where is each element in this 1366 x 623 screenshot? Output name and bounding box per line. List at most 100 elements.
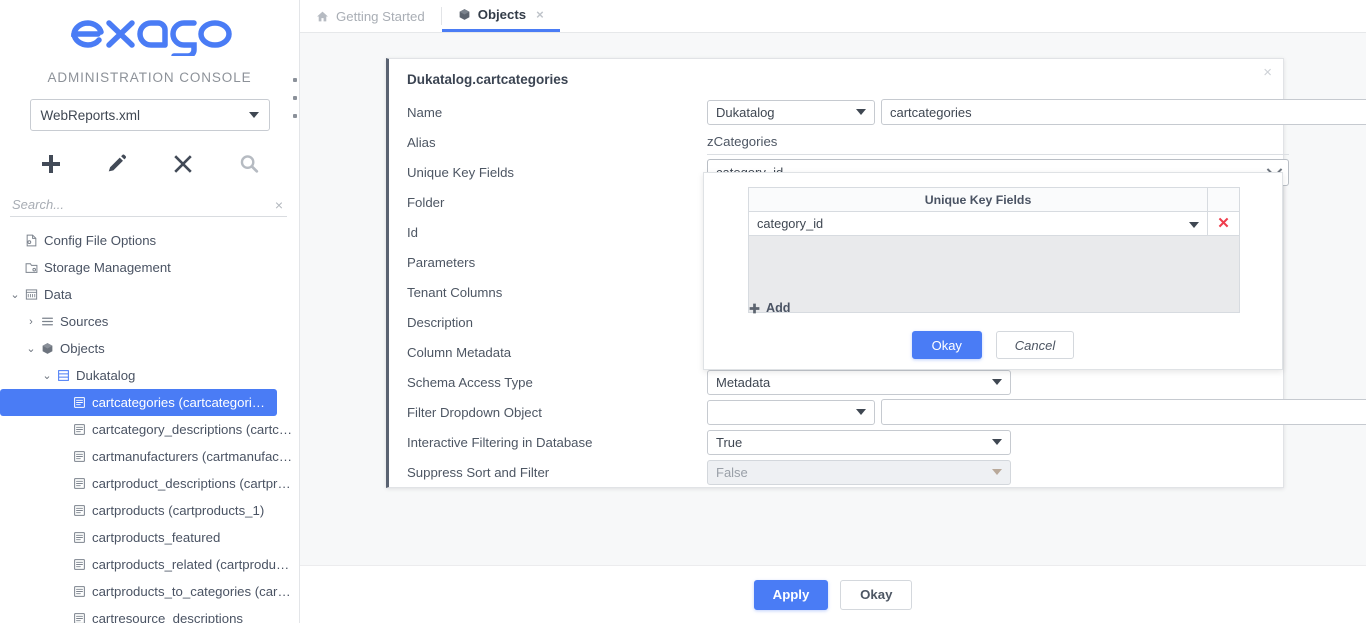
tree-item-sources[interactable]: › Sources xyxy=(0,308,299,335)
tree-item-cartresource_descriptions[interactable]: cartresource_descriptions xyxy=(0,605,299,623)
popup-cancel-button[interactable]: Cancel xyxy=(995,331,1075,359)
tab-label: Objects xyxy=(477,7,527,22)
chevron-down-icon xyxy=(856,109,866,115)
field-row-alias: Alias zCategories xyxy=(407,127,1289,157)
tree-item-cartcategory_descriptions[interactable]: cartcategory_descriptions (cartcat… xyxy=(0,416,299,443)
edit-icon[interactable] xyxy=(104,151,130,177)
tab-bar: Getting Started Objects × xyxy=(300,0,1366,33)
tree-item-label: cartproducts_to_categories (cartpr… xyxy=(92,584,293,599)
field-label: Column Metadata xyxy=(407,344,512,360)
grid-empty-body xyxy=(749,236,1239,312)
app-logo xyxy=(0,0,299,62)
console-subtitle: ADMINISTRATION CONSOLE xyxy=(47,70,252,85)
name-object-value: cartcategories xyxy=(890,104,972,120)
field-row-filter-dropdown-object: Filter Dropdown Object xyxy=(407,397,1366,427)
key-field-select[interactable]: category_id xyxy=(749,216,1207,231)
sources-icon xyxy=(38,315,56,328)
config-file-select[interactable]: WebReports.xml xyxy=(29,99,270,131)
key-field-value: category_id xyxy=(757,216,824,231)
tree-item-cartmanufacturers[interactable]: cartmanufacturers (cartmanufact… xyxy=(0,443,299,470)
dialog-footer: Apply Okay xyxy=(300,565,1366,623)
tab-objects[interactable]: Objects × xyxy=(441,0,560,32)
magnifier-glyph xyxy=(240,155,258,173)
tree-item-label: cartproducts_related (cartproduct… xyxy=(92,557,293,572)
dialog-title: Dukatalog.cartcategories xyxy=(407,72,569,87)
table-icon xyxy=(70,504,88,517)
tab-close-icon[interactable]: × xyxy=(536,7,544,22)
unique-key-fields-popup: Unique Key Fields category_id ✕ Add Okay… xyxy=(703,172,1283,370)
interactive-filtering-select[interactable]: True xyxy=(707,429,1011,455)
table-icon xyxy=(70,396,88,409)
chevron-down-icon xyxy=(1189,216,1207,231)
expand-toggle-icon[interactable]: ⌄ xyxy=(24,342,38,355)
suppress-sort-filter-value: False xyxy=(716,464,748,480)
tree-search[interactable]: × xyxy=(10,193,287,217)
storage-icon xyxy=(22,261,40,274)
tab-getting-started[interactable]: Getting Started xyxy=(300,0,441,32)
tree-item-cartproducts_related[interactable]: cartproducts_related (cartproduct… xyxy=(0,551,299,578)
name-object-select[interactable]: cartcategories xyxy=(881,99,1366,125)
expand-toggle-icon[interactable]: ⌄ xyxy=(8,288,22,301)
delete-icon[interactable] xyxy=(170,151,196,177)
tree-item-dukatalog[interactable]: ⌄ Dukatalog xyxy=(0,362,299,389)
sidebar-resize-handle[interactable] xyxy=(291,78,299,118)
tree-item-cartproducts_featured[interactable]: cartproducts_featured xyxy=(0,524,299,551)
expand-toggle-icon[interactable]: › xyxy=(24,316,38,328)
add-key-field-button[interactable]: Add xyxy=(748,301,790,315)
field-label: Schema Access Type xyxy=(407,374,533,390)
tree-item-cartproducts[interactable]: cartproducts (cartproducts_1) xyxy=(0,497,299,524)
search-icon[interactable] xyxy=(236,151,262,177)
apply-button[interactable]: Apply xyxy=(753,579,829,610)
tree-item-label: cartproduct_descriptions (cartpro… xyxy=(92,476,293,491)
handle-dot xyxy=(293,78,297,82)
table-icon xyxy=(70,477,88,490)
chevron-down-icon xyxy=(248,112,259,118)
tree-item-cartcategories[interactable]: cartcategories (cartcategories_1) xyxy=(0,389,277,416)
add-icon[interactable] xyxy=(38,151,64,177)
object-edit-dialog: × Dukatalog.cartcategories Name Dukatalo… xyxy=(386,58,1366,488)
table-icon xyxy=(70,558,88,571)
okay-button[interactable]: Okay xyxy=(840,579,913,610)
tree-item-label: cartcategory_descriptions (cartcat… xyxy=(92,422,293,437)
delete-key-field-icon[interactable]: ✕ xyxy=(1207,212,1239,235)
tree-item-cartproduct_descriptions[interactable]: cartproduct_descriptions (cartpro… xyxy=(0,470,299,497)
plus-icon xyxy=(749,303,760,313)
content-canvas: × Dukatalog.cartcategories Name Dukatalo… xyxy=(300,33,1366,623)
tree-item-config[interactable]: Config File Options xyxy=(0,227,299,254)
tree-item-label: cartcategories (cartcategories_1) xyxy=(92,395,271,410)
popup-okay-button[interactable]: Okay xyxy=(911,331,982,359)
field-label: Suppress Sort and Filter xyxy=(407,464,550,480)
tree-item-label: cartproducts (cartproducts_1) xyxy=(92,503,265,518)
plus-glyph xyxy=(41,155,60,173)
field-label: Id xyxy=(407,224,418,240)
name-source-select[interactable]: Dukatalog xyxy=(707,99,875,125)
data-icon xyxy=(22,288,40,301)
chevron-down-icon xyxy=(992,439,1002,445)
schema-access-type-select[interactable]: Metadata xyxy=(707,369,1011,395)
filter-dropdown-source-select[interactable] xyxy=(707,399,875,425)
unique-key-fields-grid: Unique Key Fields category_id ✕ xyxy=(748,187,1240,313)
handle-dot xyxy=(293,114,297,118)
tree-item-storage[interactable]: Storage Management xyxy=(0,254,299,281)
search-input[interactable] xyxy=(10,196,271,213)
expand-toggle-icon[interactable]: ⌄ xyxy=(40,369,54,382)
popup-buttons: Okay Cancel xyxy=(704,331,1282,359)
tree-item-cartproducts_to_categories[interactable]: cartproducts_to_categories (cartpr… xyxy=(0,578,299,605)
tree-item-label: cartresource_descriptions xyxy=(92,611,243,623)
chevron-down-icon xyxy=(856,409,866,415)
pencil-glyph xyxy=(108,154,126,172)
alias-input[interactable]: zCategories xyxy=(707,130,1289,155)
clear-search-icon[interactable]: × xyxy=(271,197,287,213)
tree-item-data[interactable]: ⌄ Data xyxy=(0,281,299,308)
field-label: Filter Dropdown Object xyxy=(407,404,542,420)
field-label: Name xyxy=(407,104,443,120)
filter-dropdown-object-select[interactable] xyxy=(881,399,1366,425)
field-label: Alias xyxy=(407,134,436,150)
tree-item-objects[interactable]: ⌄ Objects xyxy=(0,335,299,362)
suppress-sort-filter-select: False xyxy=(707,459,1011,485)
grid-row[interactable]: category_id ✕ xyxy=(749,212,1239,236)
dialog-close-icon[interactable]: × xyxy=(1263,65,1272,80)
tree-item-label: Storage Management xyxy=(44,260,171,275)
handle-dot xyxy=(293,96,297,100)
field-label: Description xyxy=(407,314,473,330)
